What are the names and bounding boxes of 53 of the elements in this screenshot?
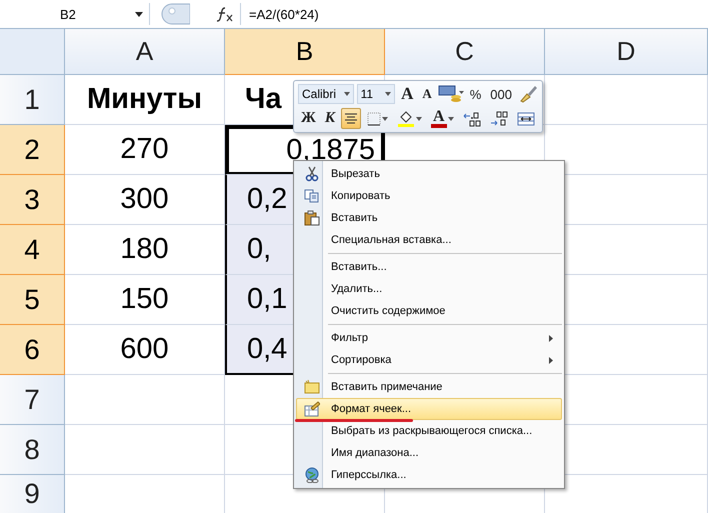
row-header[interactable]: 4 — [0, 225, 65, 275]
dropdown-arrow-icon[interactable] — [385, 92, 392, 96]
menu-item[interactable]: Формат ячеек... — [296, 398, 562, 420]
paintbrush-icon[interactable] — [518, 85, 538, 104]
align-center-icon — [344, 112, 358, 125]
formula-field[interactable]: =A2/(60*24) — [240, 3, 708, 25]
insert-function-icon[interactable] — [216, 6, 234, 22]
column-header[interactable]: B — [225, 29, 385, 75]
dropdown-arrow-icon[interactable] — [344, 92, 350, 96]
row-header[interactable]: 9 — [0, 475, 65, 513]
row-header[interactable]: 3 — [0, 175, 65, 225]
menu-item[interactable]: Гиперссылка... — [296, 464, 562, 486]
globe-link-icon — [304, 467, 320, 483]
align-center-button[interactable] — [341, 108, 362, 130]
money-icon[interactable] — [438, 85, 464, 104]
decimal-arrow-icon — [462, 110, 481, 127]
paint-bucket-icon — [397, 110, 416, 127]
clipboard-icon — [304, 210, 320, 226]
menu-item[interactable]: Имя диапазона... — [296, 442, 562, 464]
merge-cells-icon — [516, 112, 535, 126]
font-color-button[interactable]: A — [428, 108, 457, 130]
scissors-icon — [304, 166, 320, 182]
dropdown-arrow-icon[interactable] — [135, 12, 143, 16]
row-header[interactable]: 8 — [0, 425, 65, 475]
copy-icon — [304, 188, 320, 204]
format-button[interactable]: 000 — [487, 84, 515, 105]
submenu-arrow-icon — [549, 356, 553, 364]
dropdown-arrow-icon[interactable] — [416, 116, 422, 121]
dropdown-arrow-icon[interactable] — [382, 116, 388, 121]
column-header[interactable]: C — [385, 29, 545, 75]
row-header[interactable]: 7 — [0, 375, 65, 425]
row-header[interactable]: 5 — [0, 275, 65, 325]
row-header[interactable]: 1 — [0, 75, 65, 125]
format-cells-icon — [304, 401, 320, 417]
shrink-font-button[interactable]: A — [419, 84, 435, 105]
row-header[interactable]: 6 — [0, 325, 65, 375]
column-header[interactable]: A — [65, 29, 225, 75]
dropdown-arrow-icon[interactable] — [448, 116, 454, 121]
table-cell: Минуты — [65, 75, 225, 125]
row-header[interactable]: 2 — [0, 125, 65, 175]
name-box[interactable]: B2 — [0, 3, 150, 25]
grow-font-button[interactable]: A — [398, 84, 416, 105]
menu-item[interactable]: Выбрать из раскрывающегося списка... — [296, 420, 562, 442]
column-header[interactable]: D — [545, 29, 708, 75]
format-button[interactable]: % — [466, 84, 484, 105]
cell-reference: B2 — [60, 6, 76, 22]
decimal-arrow-icon — [490, 110, 508, 127]
borders-icon — [367, 112, 382, 126]
font-name-dropdown[interactable]: Calibri — [298, 84, 354, 104]
menu-item[interactable]: Вставить примечание — [296, 376, 562, 398]
font-size-dropdown[interactable]: 11 — [356, 84, 396, 104]
note-icon — [304, 379, 320, 395]
submenu-arrow-icon — [549, 334, 553, 342]
